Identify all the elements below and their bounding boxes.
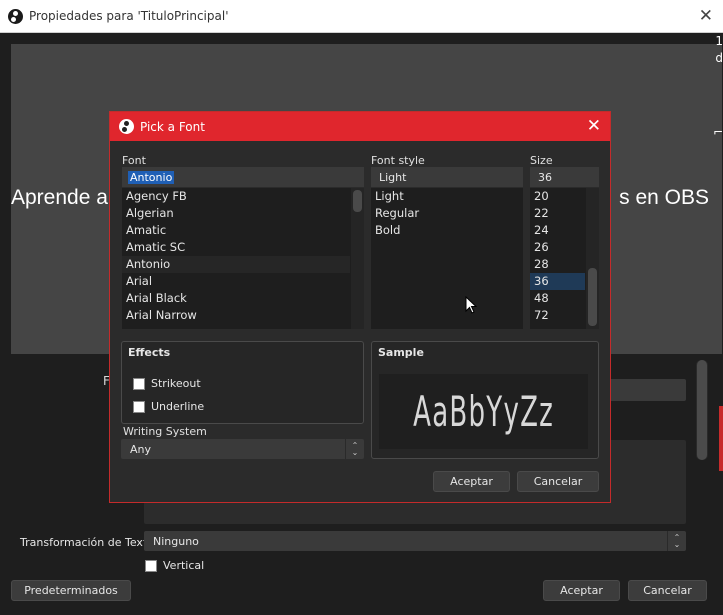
- dialog-close-icon[interactable]: ✕: [587, 116, 601, 136]
- obs-logo-icon: [119, 119, 134, 134]
- font-list-item-current[interactable]: Antonio: [122, 256, 350, 273]
- edge-glyph: 2: [715, 16, 723, 30]
- writing-system-select[interactable]: Any ⌃ ⌄: [121, 439, 364, 459]
- pick-font-dialog: Pick a Font ✕ Font Antonio Agency FB Alg…: [109, 111, 611, 503]
- window-title: Propiedades para 'TituloPrincipal': [29, 9, 229, 23]
- properties-scrollbar[interactable]: [696, 360, 708, 460]
- font-list-item[interactable]: Amatic SC: [122, 239, 364, 256]
- font-list-item[interactable]: Arial: [122, 273, 364, 290]
- accept-button[interactable]: Aceptar: [543, 580, 620, 601]
- font-list[interactable]: Agency FB Algerian Amatic Amatic SC Anto…: [122, 188, 364, 329]
- edge-accent-bar: [719, 406, 723, 471]
- font-style-item[interactable]: Regular: [371, 205, 523, 222]
- underline-checkbox[interactable]: [133, 400, 145, 413]
- vertical-checkbox[interactable]: [145, 559, 157, 572]
- edge-glyph: 1: [715, 34, 723, 48]
- size-column-label: Size: [530, 154, 553, 167]
- font-size-item-selected[interactable]: 36: [530, 273, 585, 290]
- font-list-scrollbar-thumb[interactable]: [353, 190, 362, 212]
- font-name-selected-text: Antonio: [128, 170, 175, 184]
- text-transform-label: Transformación de Texto: [20, 536, 154, 549]
- window-titlebar: Propiedades para 'TituloPrincipal' ✕: [0, 0, 723, 33]
- font-list-item[interactable]: Arial Black: [122, 290, 364, 307]
- edge-glyph: d: [715, 51, 723, 65]
- font-list-item[interactable]: Algerian: [122, 205, 364, 222]
- font-list-scrollbar[interactable]: [351, 188, 364, 329]
- text-transform-select[interactable]: Ninguno ⌃ ⌄: [144, 531, 686, 551]
- underline-row[interactable]: Underline: [133, 400, 204, 413]
- font-list-item[interactable]: Amatic: [122, 222, 364, 239]
- obs-logo-icon: [8, 8, 23, 24]
- font-style-list[interactable]: Light Regular Bold: [371, 188, 523, 329]
- vertical-label: Vertical: [163, 559, 205, 572]
- window-close-icon[interactable]: ✕: [699, 6, 713, 26]
- preview-text-right: s en OBS: [619, 186, 709, 209]
- font-list-item[interactable]: Agency FB: [122, 188, 364, 205]
- edge-glyph: ⌐: [712, 125, 723, 139]
- chevron-up-down-icon: ⌃ ⌄: [345, 439, 364, 459]
- font-list-item[interactable]: Arial Narrow: [122, 307, 364, 324]
- font-name-input[interactable]: Antonio: [122, 167, 364, 187]
- dialog-ok-button[interactable]: Aceptar: [433, 471, 510, 492]
- font-size-scrollbar[interactable]: [586, 188, 599, 329]
- dialog-cancel-button[interactable]: Cancelar: [517, 471, 599, 492]
- font-size-input[interactable]: 36: [530, 167, 599, 187]
- font-size-scrollbar-thumb[interactable]: [588, 268, 597, 326]
- writing-system-label: Writing System: [123, 425, 207, 438]
- sample-text: AaBbYyZz: [413, 387, 554, 436]
- dialog-title: Pick a Font: [140, 119, 205, 134]
- strikeout-row[interactable]: Strikeout: [133, 377, 201, 390]
- underline-label: Underline: [151, 400, 205, 413]
- font-size-list[interactable]: 20 22 24 26 28 36 48 72: [530, 188, 599, 329]
- cancel-button[interactable]: Cancelar: [628, 580, 707, 601]
- properties-scrollbar-thumb[interactable]: [697, 360, 707, 460]
- sample-group: Sample AaBbYyZz: [371, 341, 599, 459]
- vertical-checkbox-row[interactable]: Vertical: [145, 559, 204, 572]
- writing-system-value: Any: [130, 442, 152, 456]
- dialog-titlebar: Pick a Font ✕: [110, 112, 610, 141]
- effects-group: Effects Strikeout Underline: [121, 341, 364, 424]
- chevron-up-down-icon: ⌃ ⌄: [667, 531, 686, 551]
- strikeout-label: Strikeout: [151, 377, 201, 390]
- preview-text-left: Aprende a: [11, 186, 108, 209]
- text-transform-value: Ninguno: [153, 534, 199, 548]
- defaults-button[interactable]: Predeterminados: [11, 580, 131, 601]
- style-column-label: Font style: [371, 154, 425, 167]
- font-style-input[interactable]: Light: [371, 167, 523, 187]
- font-style-item[interactable]: Bold: [371, 222, 523, 239]
- sample-preview: AaBbYyZz: [379, 374, 588, 449]
- mouse-cursor-icon: [465, 296, 477, 314]
- font-style-item[interactable]: Light: [371, 188, 523, 205]
- effects-title: Effects: [128, 346, 171, 359]
- strikeout-checkbox[interactable]: [133, 377, 145, 390]
- font-column-label: Font: [122, 154, 146, 167]
- sample-title: Sample: [378, 346, 424, 359]
